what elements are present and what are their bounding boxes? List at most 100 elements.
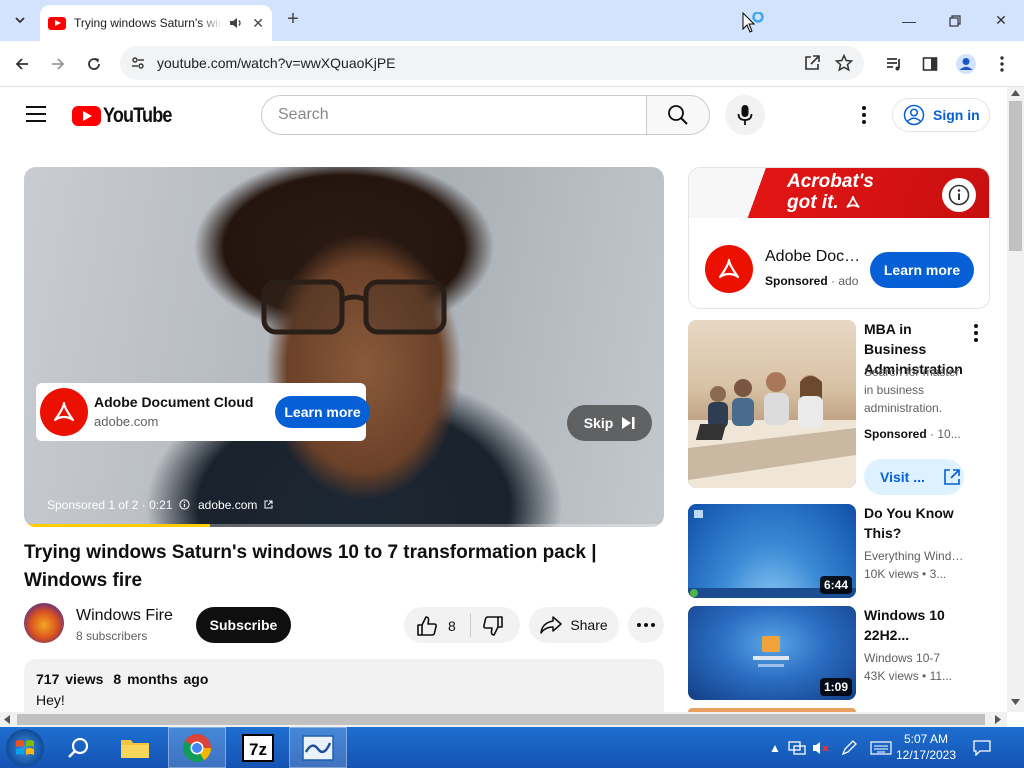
learn-more-button[interactable]: Learn more [275,396,370,428]
chrome-icon [183,733,211,762]
minimize-button[interactable]: — [886,0,932,41]
rec-thumbnail[interactable]: 1:09 [688,606,856,700]
description-box[interactable]: 717 views 8 months ago Hey! [24,659,664,712]
rec-title[interactable]: Do You Know This? [864,503,968,543]
network-icon[interactable] [788,739,806,757]
video-meta: 717 views 8 months ago [36,671,218,687]
ad-info-button[interactable] [942,178,976,212]
channel-avatar[interactable] [24,603,64,643]
more-actions-button[interactable] [628,607,664,643]
scroll-right-icon[interactable] [995,715,1001,724]
taskbar-7zip[interactable]: 7z [229,727,287,768]
share-arrow-icon [540,616,563,634]
sidebar-ad[interactable]: Acrobat'sgot it. Adobe Document Cloud Sp… [688,167,990,309]
chrome-menu-button[interactable] [991,53,1013,75]
rec-thumbnail[interactable] [688,320,856,488]
rec-thumbnail[interactable]: 6:44 [688,504,856,598]
restore-button[interactable] [932,0,978,41]
taskbar-file-explorer[interactable] [106,727,164,768]
video-player[interactable]: Adobe Document Cloud adobe.com Learn mor… [24,167,664,527]
address-bar[interactable]: youtube.com/watch?v=wwXQuaoKjPE [120,46,864,80]
adobe-logo-icon [705,245,753,293]
rec-title[interactable]: Windows 10 22H2... [864,605,968,645]
reload-button[interactable] [81,51,107,77]
volume-muted-icon[interactable] [812,739,830,757]
side-learn-more-button[interactable]: Learn more [870,252,974,288]
description-text: Hey! [36,692,65,708]
ad-progress-bar[interactable] [24,524,664,527]
ad-advertiser-name: Adobe Document Cloud [94,394,254,410]
open-in-app-icon[interactable] [803,54,821,72]
vertical-dots-icon [1000,56,1004,72]
keyboard-icon[interactable] [870,739,892,757]
share-button[interactable]: Share [529,607,619,643]
horizontal-scrollbar[interactable] [0,712,1007,727]
rec-sponsored-label: Sponsored [864,427,927,441]
scroll-left-icon[interactable] [4,715,10,724]
vertical-scroll-thumb[interactable] [1009,101,1022,251]
system-clock[interactable]: 5:07 AM 12/17/2023 [890,731,962,763]
view-count: 717 views [36,671,104,687]
ad-url-text: adobe.com [198,498,258,512]
player-ad-card[interactable]: Adobe Document Cloud adobe.com Learn mor… [36,383,370,441]
browser-toolbar: youtube.com/watch?v=wwXQuaoKjPE [0,41,1024,87]
scroll-up-icon[interactable] [1011,90,1020,96]
settings-menu-button[interactable] [852,103,876,127]
arrow-right-icon [52,58,65,70]
subscribe-button[interactable]: Subscribe [196,607,291,643]
search-button[interactable] [646,95,710,135]
guide-menu-button[interactable] [26,106,46,122]
show-hidden-icons[interactable]: ▲ [766,739,784,757]
close-window-button[interactable]: ✕ [978,0,1024,41]
speaker-icon[interactable] [228,15,244,31]
info-icon [948,184,970,206]
chevron-down-icon [15,17,25,24]
tab-title: Trying windows Saturn's windows 10 to 7 … [74,16,223,30]
tab-search-button[interactable] [8,8,32,32]
rec-channel[interactable]: Everything Windows [864,547,964,565]
ad-url-link[interactable]: adobe.com [198,498,273,512]
dislike-button[interactable] [482,615,504,642]
taskbar-chrome[interactable] [168,727,226,768]
site-info-button[interactable] [126,51,150,75]
back-button[interactable] [9,51,35,77]
vertical-scrollbar[interactable] [1007,87,1024,712]
media-control-button[interactable] [883,53,905,75]
sign-in-button[interactable]: Sign in [892,98,990,132]
close-tab-icon[interactable]: ✕ [252,15,264,32]
bookmark-star-icon[interactable] [835,54,853,72]
youtube-logo[interactable]: YouTube [72,104,183,128]
like-count: 8 [448,618,456,634]
banner-line-1: Acrobat's [787,171,874,192]
sponsored-label: Sponsored [765,274,828,288]
scroll-down-icon[interactable] [1011,699,1020,705]
ad-sponsored-text: Sponsored 1 of 2 · 0:21 [47,498,190,512]
side-panel-button[interactable] [919,53,941,75]
taskbar-app[interactable] [289,727,347,768]
restore-icon [949,14,961,27]
rec-channel[interactable]: Windows 10-7 [864,649,964,667]
search-input[interactable]: Search [261,95,647,135]
pen-icon[interactable] [840,739,858,757]
forward-button[interactable] [45,51,71,77]
skip-ad-button[interactable]: Skip [567,405,652,441]
visit-site-button[interactable]: Visit ... [864,459,964,495]
upload-age: 8 months ago [113,671,209,687]
ad-domain: adobe.com [94,414,159,429]
profile-button[interactable] [955,53,977,75]
voice-search-button[interactable] [725,95,765,135]
ad-banner[interactable]: Acrobat's got it. [689,168,989,218]
browser-tab[interactable]: Trying windows Saturn's windows 10 to 7 … [40,5,272,41]
info-icon[interactable] [179,499,190,510]
banner-line-2: got it. [787,192,874,213]
like-button[interactable]: 8 [416,615,456,637]
taskbar-search-button[interactable] [50,727,108,768]
rec-menu-button[interactable] [966,323,986,343]
windows-taskbar: 7z ▲ 5:07 AM 12/17/2023 [0,727,1024,768]
notifications-icon[interactable] [972,738,992,758]
thumbs-down-icon [483,616,503,636]
new-tab-button[interactable]: + [282,8,304,30]
horizontal-scroll-thumb[interactable] [17,714,985,725]
channel-name[interactable]: Windows Fire [76,607,173,625]
start-button[interactable] [6,729,44,767]
